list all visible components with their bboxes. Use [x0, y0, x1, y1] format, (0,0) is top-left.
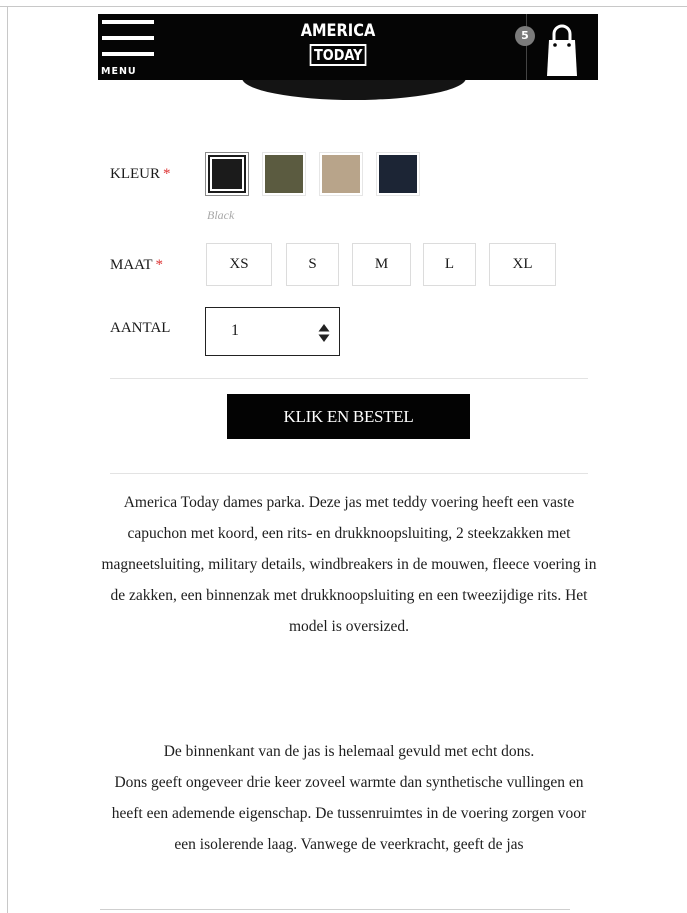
order-button[interactable]: KLIK EN BESTEL: [227, 394, 470, 439]
size-option-l[interactable]: L: [423, 243, 476, 286]
color-label-text: KLEUR: [110, 166, 160, 182]
size-option-xs[interactable]: XS: [206, 243, 272, 286]
quantity-value: 1: [231, 322, 239, 339]
color-swatch-navy[interactable]: [376, 152, 420, 196]
frame-left-border: [7, 6, 8, 913]
quantity-label: AANTAL: [110, 320, 171, 336]
size-label: MAAT *: [110, 257, 163, 274]
product-description-fill: De binnenkant van de jas is helemaal gev…: [100, 736, 598, 860]
section-divider: [110, 378, 588, 379]
menu-label: MENU: [101, 66, 137, 77]
swatch-fill: [322, 155, 360, 193]
size-label-text: MAAT: [110, 257, 153, 273]
cart-count-badge: 5: [515, 26, 535, 46]
quantity-select[interactable]: 1: [205, 307, 340, 356]
section-divider: [110, 473, 588, 474]
hamburger-icon-bar: [102, 36, 154, 40]
size-option-xl[interactable]: XL: [489, 243, 556, 286]
hamburger-icon: [102, 20, 154, 24]
required-mark: *: [155, 257, 164, 273]
color-swatch-olive[interactable]: [262, 152, 306, 196]
menu-button[interactable]: MENU: [98, 14, 156, 80]
size-option-s[interactable]: S: [286, 243, 339, 286]
description-paragraph: De binnenkant van de jas is helemaal gev…: [163, 743, 535, 760]
cart-button[interactable]: 5: [508, 14, 598, 80]
select-arrows-icon: [318, 324, 330, 342]
color-label: KLEUR *: [110, 166, 171, 183]
shopping-bag-icon: [547, 24, 577, 76]
color-swatch-sand[interactable]: [319, 152, 363, 196]
logo-line-1: AMERICA: [300, 21, 376, 41]
site-header: MENU AMERICA TODAY 5: [98, 14, 598, 80]
swatch-fill: [208, 155, 246, 193]
bottom-divider: [100, 909, 570, 910]
product-description: America Today dames parka. Deze jas met …: [100, 487, 598, 642]
color-swatch-black[interactable]: [205, 152, 249, 196]
required-mark: *: [163, 166, 171, 182]
logo-line-2: TODAY: [309, 44, 367, 66]
hamburger-icon-bar: [102, 52, 154, 56]
swatch-fill: [379, 155, 417, 193]
description-paragraph: Dons geeft ongeveer drie keer zoveel war…: [111, 774, 587, 853]
swatch-fill: [265, 155, 303, 193]
description-paragraph: America Today dames parka. Deze jas met …: [101, 494, 597, 635]
site-logo[interactable]: AMERICA TODAY: [293, 20, 383, 74]
selected-color-name: Black: [207, 208, 235, 222]
frame-top-border: [0, 6, 687, 7]
size-option-m[interactable]: M: [352, 243, 411, 286]
